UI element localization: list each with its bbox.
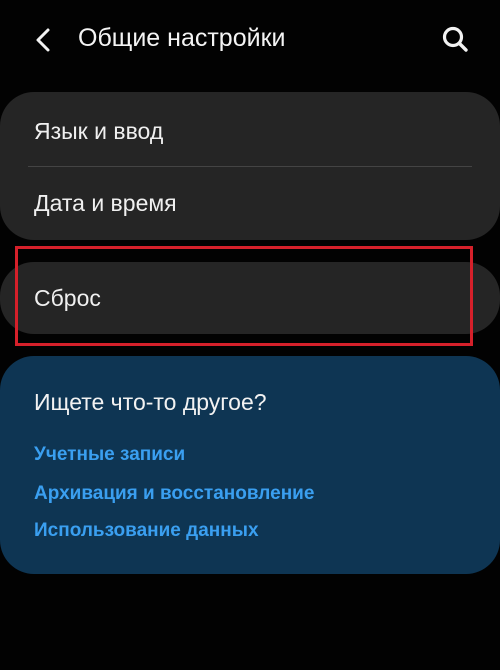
settings-item-language-input[interactable]: Язык и ввод	[34, 118, 163, 145]
link-data-usage[interactable]: Использование данных	[34, 520, 259, 542]
divider	[28, 166, 472, 167]
chevron-left-icon	[36, 28, 50, 52]
search-button[interactable]	[440, 24, 472, 56]
link-accounts[interactable]: Учетные записи	[34, 444, 185, 466]
search-icon	[442, 26, 468, 52]
link-backup-restore[interactable]: Архивация и восстановление	[34, 483, 314, 505]
highlight-box	[15, 246, 473, 346]
suggestions-title: Ищете что-то другое?	[34, 389, 267, 415]
settings-item-date-time[interactable]: Дата и время	[34, 190, 177, 217]
page-title: Общие настройки	[78, 24, 286, 52]
back-button[interactable]	[28, 22, 60, 58]
top-app-bar: Общие настройки	[0, 0, 500, 80]
